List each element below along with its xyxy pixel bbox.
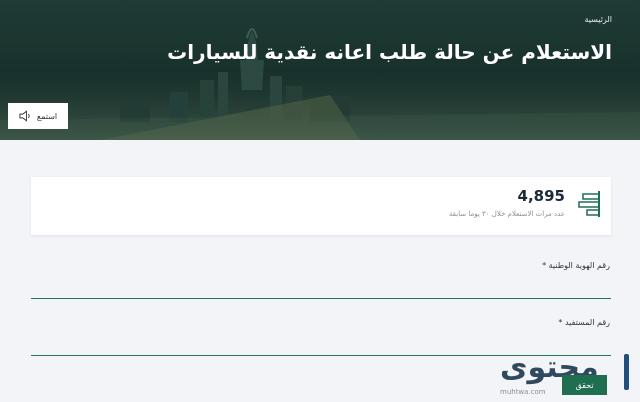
bar-chart-icon (578, 191, 600, 217)
listen-label: استمع (36, 111, 58, 121)
national-id-label: رقم الهوية الوطنية * (542, 261, 610, 270)
watermark-bar (624, 354, 629, 390)
watermark-site: muhtwa.com (500, 388, 546, 396)
inquiry-count-caption: عدد مرات الاستعلام خلال ٣٠ يوما سابقة (448, 210, 565, 218)
stats-card: 4,895 عدد مرات الاستعلام خلال ٣٠ يوما سا… (31, 177, 611, 235)
breadcrumb[interactable]: الرئيسية (584, 15, 612, 24)
hero-banner: الرئيسية الاستعلام عن حالة طلب اعانه نقد… (0, 0, 640, 140)
city-skyline-image (0, 28, 640, 140)
listen-button[interactable]: استمع (8, 103, 68, 129)
beneficiary-label: رقم المستفيد * (558, 318, 610, 327)
inquiry-count: 4,895 (517, 187, 565, 205)
national-id-input[interactable] (31, 276, 611, 298)
national-id-underline (31, 298, 611, 299)
page-title: الاستعلام عن حالة طلب اعانه نقدية للسيار… (167, 40, 612, 64)
verify-button[interactable]: تحقق (562, 375, 607, 395)
speaker-icon (19, 110, 30, 122)
